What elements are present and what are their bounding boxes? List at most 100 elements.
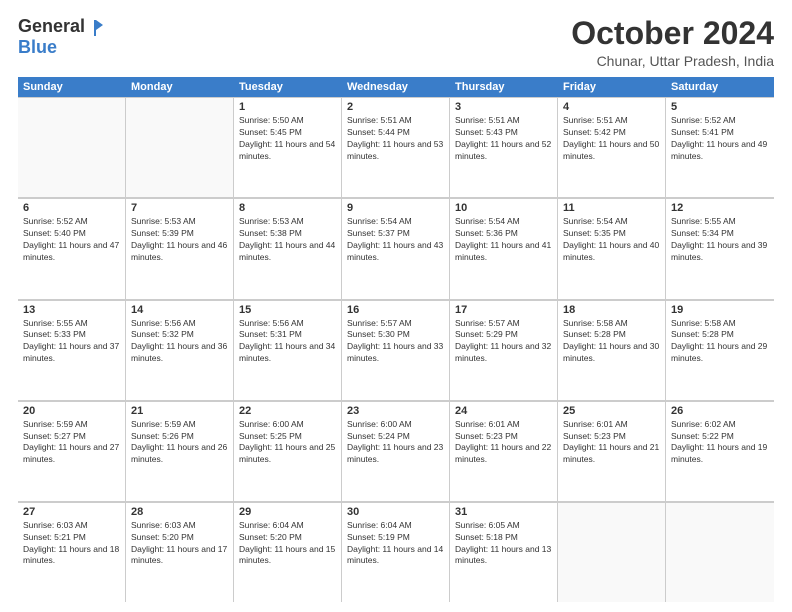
day-number: 6 <box>23 202 120 214</box>
sunset-text: Sunset: 5:36 PM <box>455 228 552 240</box>
day-number: 9 <box>347 202 444 214</box>
sunset-text: Sunset: 5:45 PM <box>239 127 336 139</box>
sunrise-text: Sunrise: 5:50 AM <box>239 115 336 127</box>
daylight-text: Daylight: 11 hours and 36 minutes. <box>131 341 228 365</box>
calendar-cell: 6Sunrise: 5:52 AMSunset: 5:40 PMDaylight… <box>18 198 126 298</box>
sunset-text: Sunset: 5:30 PM <box>347 329 444 341</box>
sunset-text: Sunset: 5:28 PM <box>563 329 660 341</box>
logo-text: General <box>18 16 105 37</box>
day-number: 5 <box>671 101 769 113</box>
daylight-text: Daylight: 11 hours and 25 minutes. <box>239 442 336 466</box>
sunrise-text: Sunrise: 5:56 AM <box>131 318 228 330</box>
calendar-cell: 16Sunrise: 5:57 AMSunset: 5:30 PMDayligh… <box>342 300 450 400</box>
calendar-header: SundayMondayTuesdayWednesdayThursdayFrid… <box>18 77 774 97</box>
sunrise-text: Sunrise: 5:53 AM <box>239 216 336 228</box>
sunset-text: Sunset: 5:34 PM <box>671 228 769 240</box>
sunrise-text: Sunrise: 5:57 AM <box>347 318 444 330</box>
logo-area: General Blue <box>18 16 105 58</box>
day-number: 4 <box>563 101 660 113</box>
sunset-text: Sunset: 5:20 PM <box>239 532 336 544</box>
sunset-text: Sunset: 5:19 PM <box>347 532 444 544</box>
day-number: 2 <box>347 101 444 113</box>
sunrise-text: Sunrise: 6:05 AM <box>455 520 552 532</box>
calendar-row-3: 20Sunrise: 5:59 AMSunset: 5:27 PMDayligh… <box>18 401 774 502</box>
daylight-text: Daylight: 11 hours and 43 minutes. <box>347 240 444 264</box>
calendar-cell: 8Sunrise: 5:53 AMSunset: 5:38 PMDaylight… <box>234 198 342 298</box>
sunset-text: Sunset: 5:38 PM <box>239 228 336 240</box>
day-number: 21 <box>131 405 228 417</box>
calendar-cell: 14 Sunrise: 5:56 AMSunset: 5:32 PMDayligh… <box>126 300 234 400</box>
calendar-cell <box>558 502 666 602</box>
daylight-text: Daylight: 11 hours and 53 minutes. <box>347 139 444 163</box>
day-number: 27 <box>23 506 120 518</box>
sunrise-text: Sunrise: 5:58 AM <box>563 318 660 330</box>
sunset-text: Sunset: 5:37 PM <box>347 228 444 240</box>
logo-general: General <box>18 16 85 37</box>
sunset-text: Sunset: 5:41 PM <box>671 127 769 139</box>
calendar-body: 1 Sunrise: 5:50 AMSunset: 5:45 PM Daylight… <box>18 97 774 602</box>
sunrise-text: Sunrise: 5:57 AM <box>455 318 552 330</box>
calendar-cell: 22Sunrise: 6:00 AMSunset: 5:25 PMDayligh… <box>234 401 342 501</box>
day-number: 31 <box>455 506 552 518</box>
sunset-text: Sunset: 5:26 PM <box>131 431 228 443</box>
day-number: 10 <box>455 202 552 214</box>
sunrise-text: Sunrise: 5:53 AM <box>131 216 228 228</box>
day-number: 13 <box>23 304 120 316</box>
logo-blue: Blue <box>18 37 57 58</box>
sunset-text: Sunset: 5:21 PM <box>23 532 120 544</box>
day-number: 22 <box>239 405 336 417</box>
daylight-text: Daylight: 11 hours and 40 minutes. <box>563 240 660 264</box>
sunrise-text: Sunrise: 6:00 AM <box>239 419 336 431</box>
daylight-text: Daylight: 11 hours and 34 minutes. <box>239 341 336 365</box>
day-header-thursday: Thursday <box>450 77 558 97</box>
calendar-cell: 5Sunrise: 5:52 AMSunset: 5:41 PMDaylight… <box>666 97 774 197</box>
calendar-row-4: 27Sunrise: 6:03 AMSunset: 5:21 PMDayligh… <box>18 502 774 602</box>
day-number: 15 <box>239 304 336 316</box>
sunrise-text: Sunrise: 6:04 AM <box>347 520 444 532</box>
sunrise-text: Sunrise: 5:55 AM <box>671 216 769 228</box>
daylight-text: Daylight: 11 hours and 52 minutes. <box>455 139 552 163</box>
calendar: SundayMondayTuesdayWednesdayThursdayFrid… <box>18 77 774 602</box>
calendar-cell: 24Sunrise: 6:01 AMSunset: 5:23 PMDayligh… <box>450 401 558 501</box>
sunset-text: Sunset: 5:24 PM <box>347 431 444 443</box>
calendar-cell: 4Sunrise: 5:51 AMSunset: 5:42 PMDaylight… <box>558 97 666 197</box>
calendar-cell: 31Sunrise: 6:05 AMSunset: 5:18 PMDayligh… <box>450 502 558 602</box>
sunrise-text: Sunrise: 6:00 AM <box>347 419 444 431</box>
day-number: 11 <box>563 202 660 214</box>
sunrise-text: Sunrise: 5:52 AM <box>671 115 769 127</box>
day-number: 28 <box>131 506 228 518</box>
month-title: October 2024 <box>571 16 774 51</box>
daylight-text: Daylight: 11 hours and 27 minutes. <box>23 442 120 466</box>
day-number: 1 <box>239 101 336 113</box>
daylight-text: Daylight: 11 hours and 39 minutes. <box>671 240 769 264</box>
calendar-cell: 19Sunrise: 5:58 AMSunset: 5:28 PMDayligh… <box>666 300 774 400</box>
calendar-row-1: 6Sunrise: 5:52 AMSunset: 5:40 PMDaylight… <box>18 198 774 299</box>
sunset-text: Sunset: 5:29 PM <box>455 329 552 341</box>
day-number: 14 <box>131 304 228 316</box>
calendar-cell: 1Sunrise: 5:50 AMSunset: 5:45 PMDaylight… <box>234 97 342 197</box>
sunset-text: Sunset: 5:35 PM <box>563 228 660 240</box>
day-number: 19 <box>671 304 769 316</box>
daylight-text: Daylight: 11 hours and 37 minutes. <box>23 341 120 365</box>
sunrise-text: Sunrise: 5:54 AM <box>563 216 660 228</box>
daylight-text: Daylight: 11 hours and 41 minutes. <box>455 240 552 264</box>
sunset-text: Sunset: 5:22 PM <box>671 431 769 443</box>
day-number: 30 <box>347 506 444 518</box>
calendar-cell: 11 Sunrise: 5:54 AMSunset: 5:35 PMDayligh… <box>558 198 666 298</box>
sunset-text: Sunset: 5:23 PM <box>455 431 552 443</box>
calendar-cell: 15Sunrise: 5:56 AMSunset: 5:31 PMDayligh… <box>234 300 342 400</box>
calendar-cell: 26Sunrise: 6:02 AMSunset: 5:22 PMDayligh… <box>666 401 774 501</box>
daylight-text: Daylight: 11 hours and 19 minutes. <box>671 442 769 466</box>
sunset-text: Sunset: 5:27 PM <box>23 431 120 443</box>
calendar-cell <box>126 97 234 197</box>
day-number: 12 <box>671 202 769 214</box>
daylight-text: Daylight: 11 hours and 46 minutes. <box>131 240 228 264</box>
sunset-text: Sunset: 5:32 PM <box>131 329 228 341</box>
day-number: 23 <box>347 405 444 417</box>
sunrise-text: Sunrise: 5:58 AM <box>671 318 769 330</box>
daylight-text: Daylight: 11 hours and 47 minutes. <box>23 240 120 264</box>
daylight-text: Daylight: 11 hours and 22 minutes. <box>455 442 552 466</box>
sunset-text: Sunset: 5:39 PM <box>131 228 228 240</box>
logo-flag-icon <box>87 18 105 36</box>
sunrise-text: Sunrise: 5:55 AM <box>23 318 120 330</box>
